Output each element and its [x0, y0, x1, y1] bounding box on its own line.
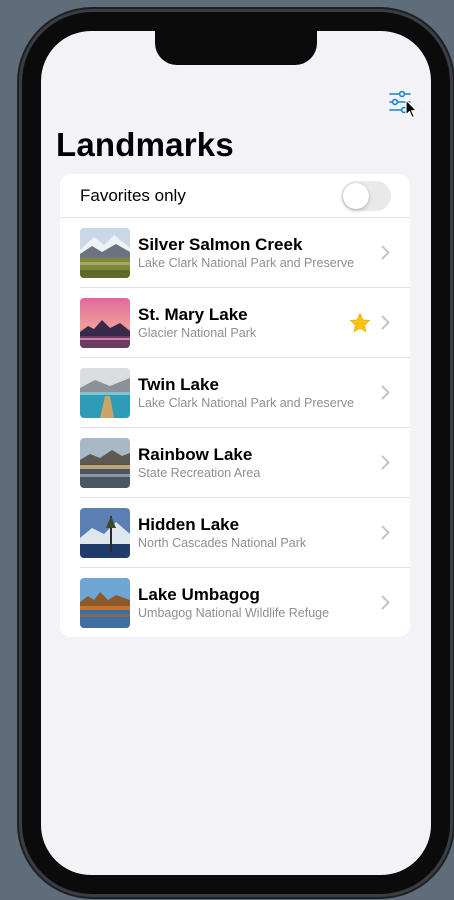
chevron-right-icon: [381, 455, 390, 470]
landmark-row[interactable]: Twin Lake Lake Clark National Park and P…: [60, 358, 410, 428]
landmark-thumbnail: [80, 228, 130, 278]
landmark-park: North Cascades National Park: [138, 536, 307, 550]
landmark-park: Umbagog National Wildlife Refuge: [138, 606, 330, 620]
landmark-row[interactable]: Lake Umbagog Umbagog National Wildlife R…: [60, 568, 410, 637]
chevron-right-icon: [381, 315, 390, 330]
landmark-list: Favorites only Silver Salmon Creek Lake …: [60, 174, 410, 637]
mouse-pointer-icon: [405, 99, 418, 119]
landmark-thumbnail: [80, 508, 130, 558]
star-fill-icon: [349, 312, 371, 333]
chevron-right-icon: [381, 525, 390, 540]
screen: Landmarks Favorites only Silver Salmon C…: [41, 31, 431, 875]
favorites-only-label: Favorites only: [80, 185, 186, 205]
landmark-name: Rainbow Lake: [138, 445, 253, 464]
volume-down-button: [17, 300, 21, 358]
landmark-thumbnail: [80, 438, 130, 488]
landmark-row[interactable]: Hidden Lake North Cascades National Park: [60, 498, 410, 568]
landmark-name: Hidden Lake: [138, 515, 240, 534]
landmark-row[interactable]: St. Mary Lake Glacier National Park: [60, 288, 410, 358]
power-button: [450, 240, 454, 332]
chevron-right-icon: [381, 245, 390, 260]
landmark-thumbnail: [80, 368, 130, 418]
chevron-right-icon: [381, 385, 390, 400]
side-switch: [17, 152, 21, 184]
landmark-row[interactable]: Silver Salmon Creek Lake Clark National …: [60, 218, 410, 288]
favorites-toggle-row: Favorites only: [60, 174, 410, 218]
landmark-name: Silver Salmon Creek: [138, 235, 303, 254]
toggle-knob: [343, 182, 369, 209]
landmark-name: Lake Umbagog: [138, 585, 260, 604]
phone-frame: Landmarks Favorites only Silver Salmon C…: [22, 12, 450, 894]
favorites-only-toggle[interactable]: [341, 180, 391, 211]
notch: [155, 31, 317, 65]
chevron-right-icon: [381, 595, 390, 610]
landmark-park: Lake Clark National Park and Preserve: [138, 396, 355, 410]
landmark-name: Twin Lake: [138, 375, 219, 394]
landmark-thumbnail: [80, 298, 130, 348]
landmark-park: State Recreation Area: [138, 466, 261, 480]
landmark-thumbnail: [80, 578, 130, 628]
landmark-row[interactable]: Rainbow Lake State Recreation Area: [60, 428, 410, 498]
volume-up-button: [17, 216, 21, 274]
page-title: Landmarks: [56, 126, 234, 163]
landmark-park: Lake Clark National Park and Preserve: [138, 256, 355, 270]
